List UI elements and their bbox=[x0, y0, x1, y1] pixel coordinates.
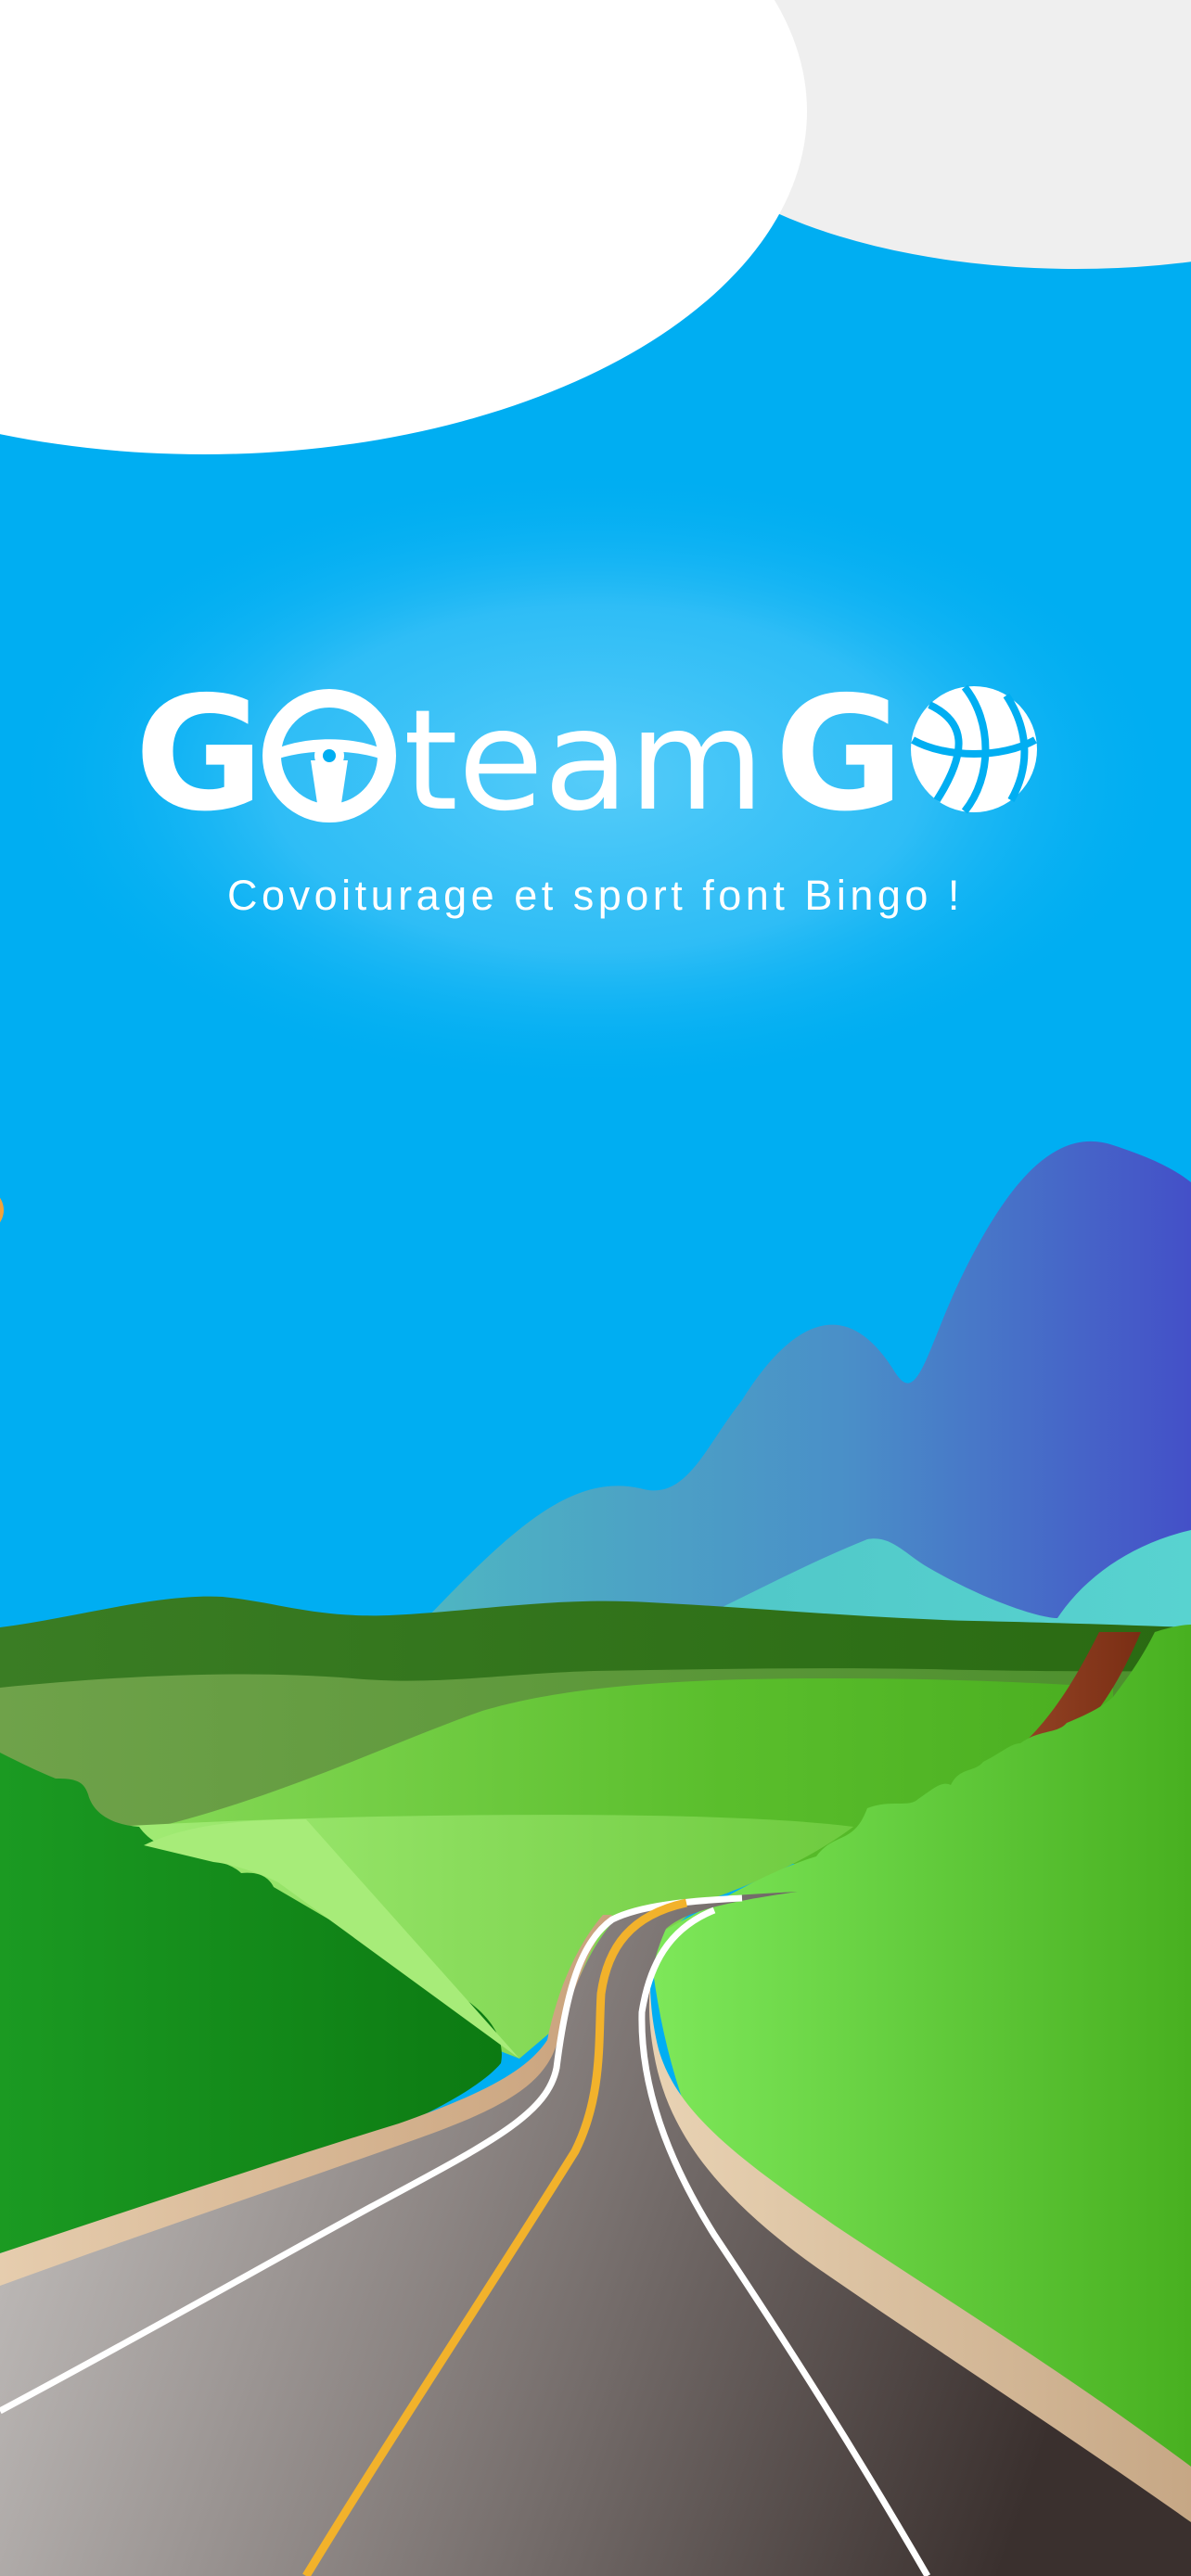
logo-letter-g1: G bbox=[134, 668, 264, 835]
splash-background bbox=[0, 0, 1191, 2576]
logo-letter-g2: G bbox=[775, 668, 904, 835]
app-logo: G team G bbox=[134, 668, 1037, 835]
logo-word-team: team bbox=[403, 681, 764, 835]
steering-wheel-icon bbox=[263, 689, 396, 823]
tagline: Covoiturage et sport font Bingo ! bbox=[227, 872, 964, 919]
basketball-icon bbox=[911, 684, 1037, 814]
logo-block: G team G bbox=[0, 668, 1191, 853]
